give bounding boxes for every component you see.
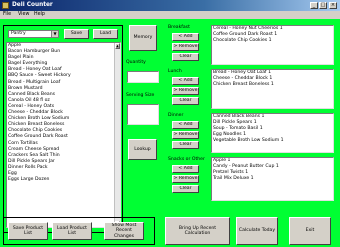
scroll-up-icon[interactable]: ▲ — [115, 43, 120, 49]
product-list-scrollbar[interactable]: ▲ ▼ — [114, 43, 120, 227]
lookup-button[interactable]: Lookup — [128, 139, 157, 160]
lunch-list[interactable]: Bread - Honey Oat Loaf 1 Cheese - Cheddar… — [211, 69, 334, 109]
close-button[interactable]: × — [329, 2, 337, 9]
list-item[interactable]: Vegetable Broth Low Sodium 1 — [212, 138, 333, 144]
lunch-title: Lunch — [168, 69, 182, 74]
product-list[interactable]: Apple Bacon Hamburger Bun Bagel Plain Bagel… — [6, 42, 121, 228]
product-actions-panel: Save Product List Load Product List Show… — [3, 217, 155, 245]
dinner-list[interactable]: Canned Black Beans 1 Dill Pickle Spears 1… — [211, 113, 334, 153]
bring-up-recent-calculation-button[interactable]: Bring Up Recent Calculation — [165, 217, 230, 245]
maximize-button[interactable]: □ — [319, 2, 327, 9]
snacks-remove-button[interactable]: > Remove — [172, 175, 199, 183]
breakfast-list[interactable]: Cereal - Honey Nut Cheerios 1 Coffee Grou… — [211, 25, 334, 65]
title-bar: Deli Counter _ □ × — [0, 0, 340, 11]
list-item[interactable]: Chocolate Chip Cookies 1 — [212, 38, 333, 44]
quantity-input[interactable] — [127, 71, 159, 83]
category-dropdown[interactable]: Pantry ▼ — [8, 30, 59, 38]
breakfast-add-button[interactable]: < Add — [172, 33, 199, 41]
category-dropdown-value: Pantry — [11, 31, 26, 36]
snacks-list[interactable]: Apple 1 Candy - Peanut Butter Cup 1 Pretze… — [211, 157, 334, 201]
list-item[interactable]: Chicken Breast Boneless 1 — [212, 82, 333, 88]
load-product-list-button[interactable]: Load Product List — [52, 222, 92, 240]
lunch-remove-button[interactable]: > Remove — [172, 87, 199, 95]
exit-button[interactable]: Exit — [289, 217, 331, 245]
load-button[interactable]: Load — [93, 29, 118, 39]
list-item[interactable]: Trail Mix Deluxe 1 — [212, 176, 333, 182]
menu-view[interactable]: View — [18, 12, 29, 18]
breakfast-remove-button[interactable]: > Remove — [172, 43, 199, 51]
window-title: Deli Counter — [12, 2, 53, 8]
dinner-clear-button[interactable]: Clear — [172, 141, 199, 149]
dinner-remove-button[interactable]: > Remove — [172, 131, 199, 139]
memory-button[interactable]: Memory — [129, 25, 157, 51]
save-button[interactable]: Save — [64, 29, 89, 39]
app-icon — [2, 2, 9, 9]
serving-size-box[interactable] — [127, 104, 159, 125]
menu-file[interactable]: File — [3, 12, 11, 18]
breakfast-clear-button[interactable]: Clear — [172, 53, 199, 61]
calculate-today-button[interactable]: Calculate Today — [236, 217, 278, 245]
breakfast-title: Breakfast — [168, 25, 190, 30]
dinner-title: Dinner — [168, 113, 184, 118]
snacks-clear-button[interactable]: Clear — [172, 185, 199, 193]
serving-size-label: Serving Size — [126, 93, 155, 98]
lunch-add-button[interactable]: < Add — [172, 77, 199, 85]
quantity-label: Quantity — [126, 60, 146, 65]
product-list-rows: Apple Bacon Hamburger Bun Bagel Plain Bagel… — [7, 43, 120, 183]
dinner-add-button[interactable]: < Add — [172, 121, 199, 129]
product-panel: Pantry ▼ Save Load Apple Bacon Hamburger … — [3, 25, 123, 233]
chevron-down-icon[interactable]: ▼ — [51, 31, 58, 37]
menu-help[interactable]: Help — [34, 12, 45, 18]
list-item[interactable]: Eggs Large Dozen — [7, 177, 120, 183]
show-recent-changes-button[interactable]: Show Most Recent Changes — [104, 222, 144, 240]
minimize-button[interactable]: _ — [310, 2, 318, 9]
lunch-clear-button[interactable]: Clear — [172, 97, 199, 105]
snacks-add-button[interactable]: < Add — [172, 165, 199, 173]
client-area: Pantry ▼ Save Load Apple Bacon Hamburger … — [0, 19, 340, 247]
save-product-list-button[interactable]: Save Product List — [8, 222, 48, 240]
snacks-title: Snacks or Other — [168, 157, 205, 162]
menu-bar: File View Help — [0, 11, 340, 19]
